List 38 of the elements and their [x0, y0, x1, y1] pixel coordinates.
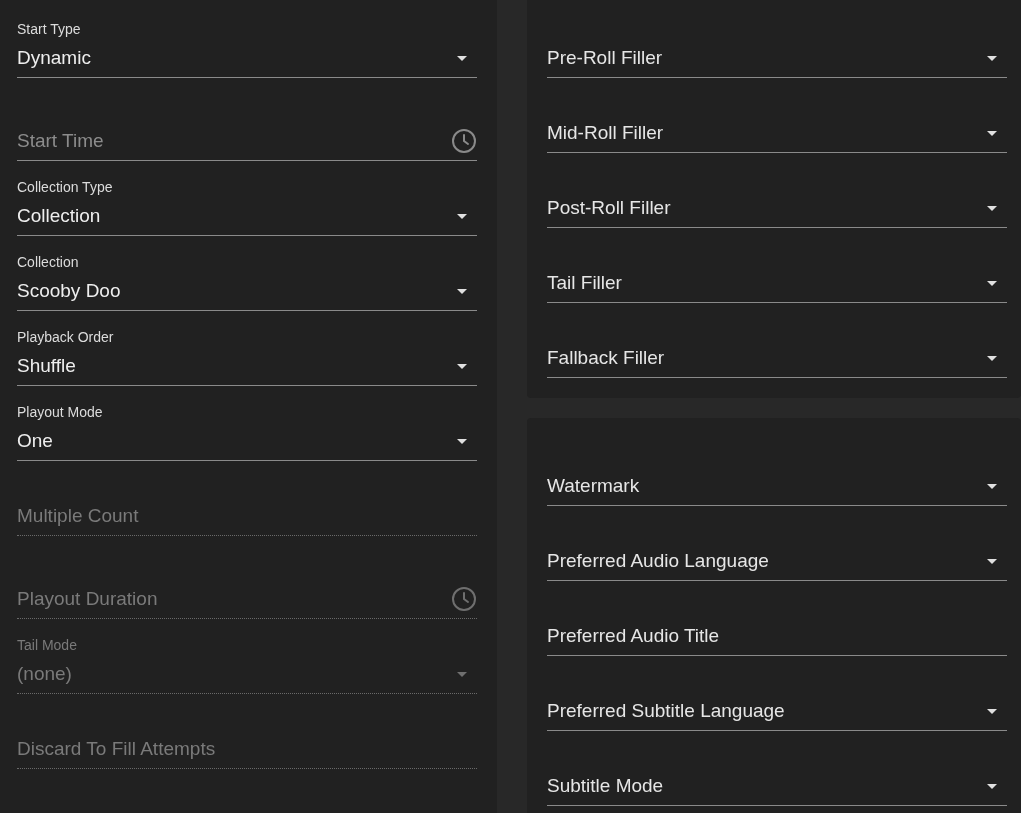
- dropdown-field[interactable]: Fallback Filler: [547, 344, 1007, 378]
- dropdown-field[interactable]: Scooby Doo: [17, 277, 477, 311]
- field-label: Start Type: [17, 20, 82, 39]
- field-label: Playout Mode: [17, 403, 104, 422]
- field-label: Tail Mode: [17, 636, 78, 655]
- dropdown-field[interactable]: Subtitle Mode: [547, 772, 1007, 806]
- dropdown-caret-icon: [457, 363, 467, 369]
- clock-icon[interactable]: [451, 128, 477, 154]
- field-label: Collection: [17, 253, 80, 272]
- field-label: Playback Order: [17, 328, 115, 347]
- dropdown-field[interactable]: Mid-Roll Filler: [547, 119, 1007, 153]
- dropdown-caret-icon: [457, 438, 467, 444]
- dropdown-caret-icon: [987, 205, 997, 211]
- dropdown-field[interactable]: Post-Roll Filler: [547, 194, 1007, 228]
- time-field[interactable]: Start Time: [17, 127, 477, 161]
- dropdown-caret-icon: [457, 55, 467, 61]
- field-label: Collection Type: [17, 178, 114, 197]
- dropdown-caret-icon: [457, 671, 467, 677]
- dropdown-caret-icon: [987, 355, 997, 361]
- dropdown-caret-icon: [987, 708, 997, 714]
- dropdown-caret-icon: [987, 783, 997, 789]
- dropdown-field[interactable]: Shuffle: [17, 352, 477, 386]
- dropdown-field[interactable]: Watermark: [547, 472, 1007, 506]
- dropdown-caret-icon: [987, 55, 997, 61]
- dropdown-field[interactable]: Collection: [17, 202, 477, 236]
- dropdown-caret-icon: [457, 213, 467, 219]
- dropdown-caret-icon: [987, 130, 997, 136]
- dropdown-field[interactable]: Preferred Audio Language: [547, 547, 1007, 581]
- dropdown-field[interactable]: Pre-Roll Filler: [547, 44, 1007, 78]
- dropdown-caret-icon: [457, 288, 467, 294]
- dropdown-field[interactable]: Dynamic: [17, 44, 477, 78]
- dropdown-field[interactable]: Preferred Subtitle Language: [547, 697, 1007, 731]
- dropdown-caret-icon: [987, 558, 997, 564]
- input-field[interactable]: Preferred Audio Title: [547, 622, 1007, 656]
- dropdown-caret-icon: [987, 280, 997, 286]
- dropdown-caret-icon: [987, 483, 997, 489]
- dropdown-field[interactable]: One: [17, 427, 477, 461]
- dropdown-field[interactable]: Tail Filler: [547, 269, 1007, 303]
